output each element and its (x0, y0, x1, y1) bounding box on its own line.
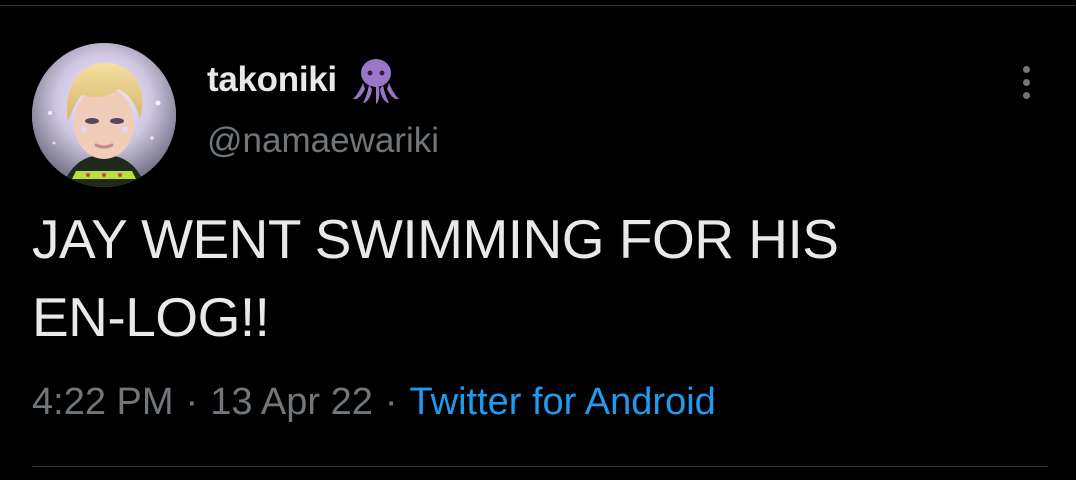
more-options-icon-dot (1022, 78, 1030, 86)
author-handle[interactable]: @namaewariki (207, 121, 439, 161)
avatar-photo (32, 43, 176, 187)
author-name-row: takoniki (207, 52, 403, 108)
octopus-icon (352, 59, 399, 104)
tweet-source-link[interactable]: Twitter for Android (410, 381, 716, 424)
author-display-name[interactable]: takoniki (207, 60, 337, 100)
tweet-time[interactable]: 4:22 PM (32, 381, 174, 424)
meta-separator: · (185, 381, 199, 423)
more-options-icon-dot (1022, 91, 1030, 99)
tweet-date[interactable]: 13 Apr 22 (210, 381, 373, 424)
more-options-icon (1022, 65, 1030, 73)
avatar[interactable] (32, 43, 176, 187)
tweet: takoniki @namaewariki JAY WENT SWIMMING … (0, 0, 1076, 480)
tweet-metadata: 4:22 PM · 13 Apr 22 · Twitter for Androi… (32, 381, 716, 424)
more-options-button[interactable] (1004, 56, 1048, 108)
bottom-divider (32, 466, 1048, 467)
tweet-text: JAY WENT SWIMMING FOR HIS EN-LOG!! (32, 208, 839, 348)
meta-separator: · (384, 381, 398, 423)
